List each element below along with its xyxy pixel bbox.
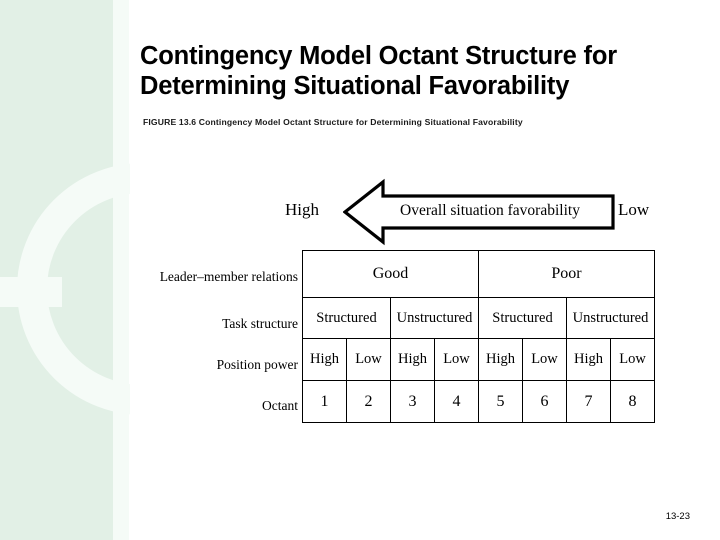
cell-relations-poor: Poor [477,250,656,298]
cell-octant-5: 5 [478,380,523,423]
row-label-octant: Octant [262,398,298,413]
cell-octant-8: 8 [609,380,656,423]
cell-power-3: High [390,338,435,381]
arrow-label-high: High [285,200,319,219]
cell-task-2: Unstructured [390,297,479,339]
cell-task-3: Structured [478,297,567,339]
octant-row-labels: Leader–member relations Task structure P… [140,250,298,428]
page-number: 13-23 [665,511,690,522]
row-label-leader-member-relations: Leader–member relations [159,269,298,284]
cell-task-1: Structured [302,297,391,339]
octant-table-group: Leader–member relations Task structure P… [140,250,660,430]
row-label-task-structure: Task structure [222,316,298,331]
cell-power-1: High [302,338,347,381]
cell-octant-3: 3 [390,380,435,423]
cell-octant-4: 4 [434,380,479,423]
cell-power-6: Low [522,338,567,381]
left-arrow-icon [343,178,615,246]
cell-power-7: High [566,338,611,381]
table-row-position-power: High Low High Low High Low High Low [302,338,656,381]
cell-relations-good: Good [302,250,479,298]
cell-task-4: Unstructured [565,297,656,339]
table-row-octant: 1 2 3 4 5 6 7 8 [302,380,656,423]
slide-content: Contingency Model Octant Structure for D… [0,0,720,540]
row-label-position-power: Position power [216,357,298,372]
cell-octant-6: 6 [522,380,567,423]
table-row-leader-member-relations: Good Poor [302,250,656,298]
cell-octant-2: 2 [346,380,391,423]
cell-octant-7: 7 [566,380,611,423]
table-row-task-structure: Structured Unstructured Structured Unstr… [302,297,656,339]
arrow-label-low: Low [618,200,650,219]
cell-power-5: High [478,338,523,381]
figure-caption: FIGURE 13.6 Contingency Model Octant Str… [143,117,523,127]
cell-power-2: Low [346,338,391,381]
octant-structure-table: Good Poor Structured Unstructured Struct… [302,250,656,423]
favorability-arrow-group: High Overall situation favorability Low [285,178,665,246]
cell-power-4: Low [434,338,479,381]
cell-octant-1: 1 [302,380,347,423]
page-title: Contingency Model Octant Structure for D… [140,42,617,100]
cell-power-8: Low [609,338,656,381]
